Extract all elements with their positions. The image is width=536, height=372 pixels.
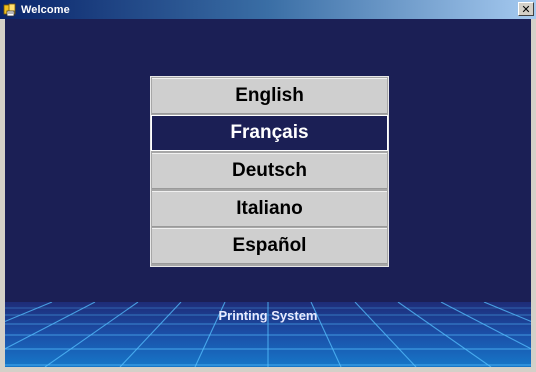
language-option-italiano[interactable]: Italiano: [152, 191, 387, 227]
app-book-icon: [3, 3, 17, 17]
close-icon: ✕: [521, 2, 531, 16]
language-option-deutsch[interactable]: Deutsch: [152, 153, 387, 189]
welcome-window: Welcome ✕ English Français Deutsch Itali…: [0, 0, 536, 372]
title-bar[interactable]: Welcome ✕: [0, 0, 536, 19]
product-name-label: Printing System: [218, 308, 318, 323]
language-option-english[interactable]: English: [152, 78, 387, 114]
welcome-panel: English Français Deutsch Italiano Españo…: [5, 19, 531, 367]
language-option-francais[interactable]: Français: [151, 115, 388, 151]
language-option-espanol[interactable]: Español: [152, 228, 387, 264]
window-title: Welcome: [21, 3, 70, 16]
close-button[interactable]: ✕: [518, 2, 534, 16]
language-menu: English Français Deutsch Italiano Españo…: [150, 76, 389, 267]
